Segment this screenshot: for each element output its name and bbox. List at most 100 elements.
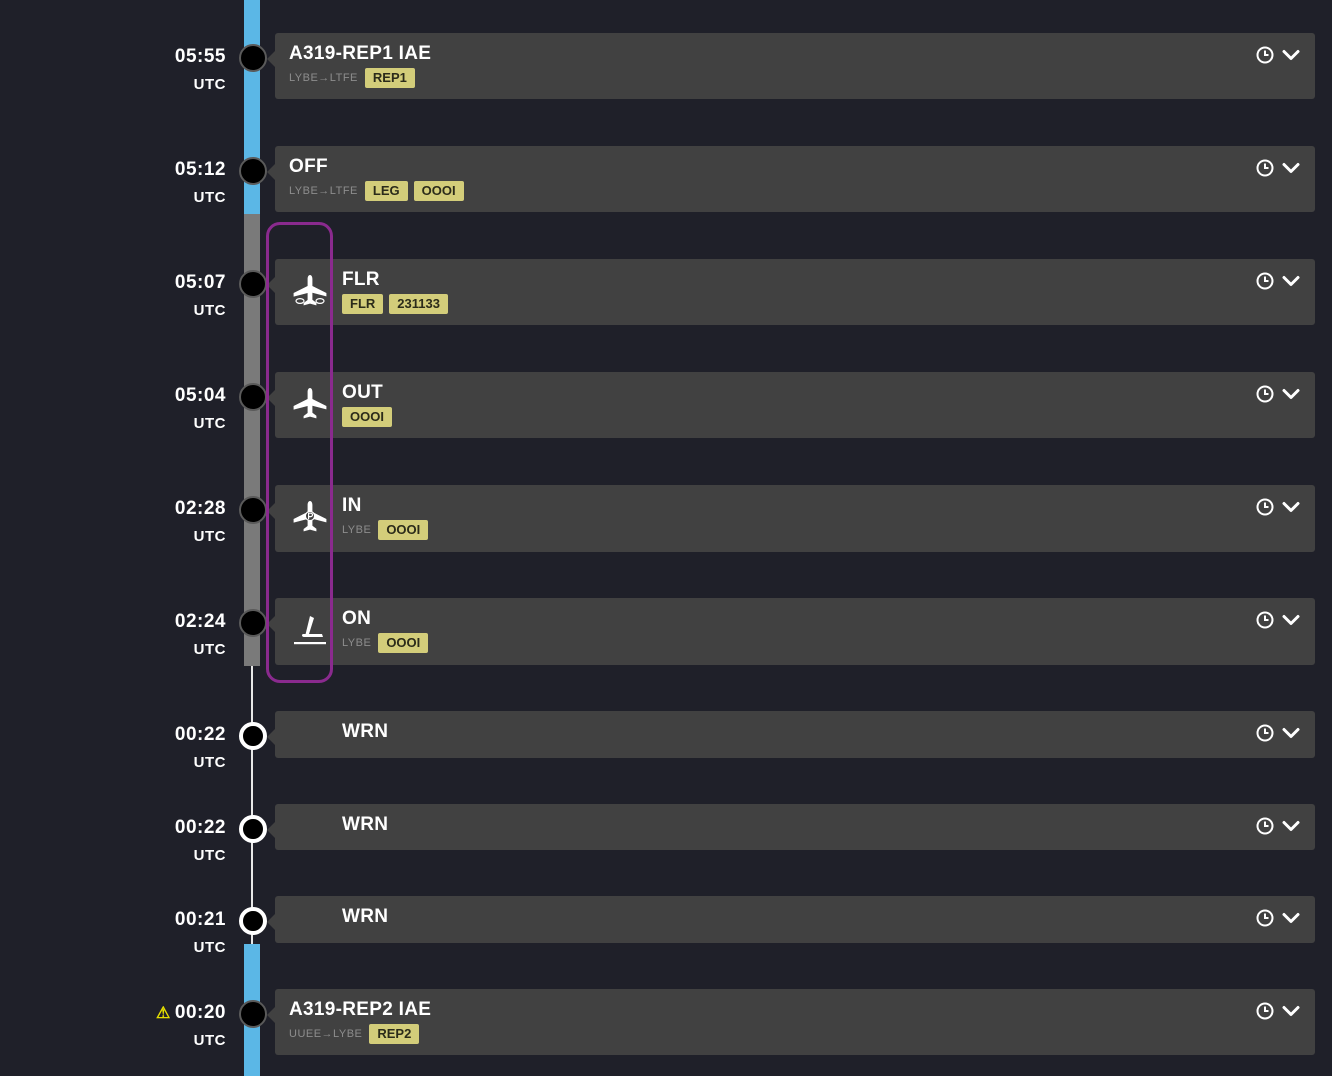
event-tag: FLR bbox=[342, 294, 384, 314]
event-controls bbox=[1255, 610, 1301, 630]
event-timezone: UTC bbox=[193, 641, 226, 658]
event-route: LYBE bbox=[342, 637, 372, 649]
event-card[interactable]: FLR FLR 231133 bbox=[267, 259, 1315, 325]
chevron-down-icon[interactable] bbox=[1281, 610, 1301, 630]
event-title: WRN bbox=[342, 814, 389, 835]
event-time: 00:22 bbox=[174, 817, 226, 838]
event-tag: REP1 bbox=[364, 68, 415, 88]
clock-icon[interactable] bbox=[1255, 45, 1275, 65]
clock-icon[interactable] bbox=[1255, 908, 1275, 928]
event-timezone: UTC bbox=[193, 302, 226, 319]
event-card[interactable]: OFF LYBE→LTFE LEG OOOI bbox=[267, 146, 1315, 212]
event-card[interactable]: ON LYBE OOOI bbox=[267, 598, 1315, 665]
timeline-dot bbox=[239, 496, 267, 524]
event-time: ⚠ 00:20 bbox=[156, 1002, 226, 1024]
event-card[interactable]: WRN bbox=[267, 896, 1315, 943]
timeline-dot bbox=[239, 270, 267, 298]
event-time: 05:07 bbox=[174, 272, 226, 293]
chevron-down-icon[interactable] bbox=[1281, 271, 1301, 291]
timeline-event: 02:24 UTC ON LYBE OOOI bbox=[0, 598, 1332, 668]
chevron-down-icon[interactable] bbox=[1281, 723, 1301, 743]
event-title: A319-REP1 IAE bbox=[289, 43, 432, 64]
clock-icon[interactable] bbox=[1255, 271, 1275, 291]
timeline-dot bbox=[239, 157, 267, 185]
timeline-event: 05:12 UTC OFF LYBE→LTFE LEG OOOI bbox=[0, 146, 1332, 216]
timeline-event: 00:22 UTC WRN bbox=[0, 711, 1332, 771]
chevron-down-icon[interactable] bbox=[1281, 45, 1301, 65]
event-meta: OOOI bbox=[342, 407, 392, 427]
event-timezone: UTC bbox=[193, 939, 226, 956]
timeline-dot bbox=[239, 44, 267, 72]
timeline-event: 00:21 UTC WRN bbox=[0, 896, 1332, 956]
event-time: 00:22 bbox=[174, 724, 226, 745]
timeline-dot bbox=[239, 815, 267, 843]
event-card[interactable]: WRN bbox=[267, 804, 1315, 850]
event-tag: OOOI bbox=[378, 520, 429, 540]
event-time: 05:55 bbox=[174, 46, 226, 67]
timeline-dot bbox=[239, 722, 267, 750]
event-route: UUEE→LYBE bbox=[289, 1028, 363, 1040]
event-card[interactable]: A319-REP1 IAE LYBE→LTFE REP1 bbox=[267, 33, 1315, 99]
chevron-down-icon[interactable] bbox=[1281, 497, 1301, 517]
event-title: FLR bbox=[342, 269, 380, 290]
event-controls bbox=[1255, 158, 1301, 178]
clock-icon[interactable] bbox=[1255, 158, 1275, 178]
timeline-event: 02:28 UTC IN LYBE OOOI bbox=[0, 485, 1332, 555]
event-meta: LYBE→LTFE LEG OOOI bbox=[289, 181, 464, 201]
event-time: 05:12 bbox=[174, 159, 226, 180]
clock-icon[interactable] bbox=[1255, 384, 1275, 404]
event-controls bbox=[1255, 1001, 1301, 1021]
chevron-down-icon[interactable] bbox=[1281, 384, 1301, 404]
timeline-event: 05:55 UTC A319-REP1 IAE LYBE→LTFE REP1 bbox=[0, 33, 1332, 103]
event-title: A319-REP2 IAE bbox=[289, 999, 432, 1020]
event-tag: REP2 bbox=[369, 1024, 420, 1044]
event-title: OFF bbox=[289, 156, 328, 177]
timeline-dot bbox=[239, 907, 267, 935]
timeline-event: 05:04 UTC OUT OOOI bbox=[0, 372, 1332, 442]
event-meta: LYBE→LTFE REP1 bbox=[289, 68, 415, 88]
event-tag: OOOI bbox=[378, 633, 429, 653]
timeline-dot bbox=[239, 383, 267, 411]
event-time-value: 00:20 bbox=[174, 1002, 226, 1023]
chevron-down-icon[interactable] bbox=[1281, 158, 1301, 178]
timeline-event: 05:07 UTC FLR FLR 231133 bbox=[0, 259, 1332, 329]
clock-icon[interactable] bbox=[1255, 1001, 1275, 1021]
event-timezone: UTC bbox=[193, 754, 226, 771]
clock-icon[interactable] bbox=[1255, 816, 1275, 836]
event-timezone: UTC bbox=[193, 1032, 226, 1049]
event-timezone: UTC bbox=[193, 847, 226, 864]
event-meta: UUEE→LYBE REP2 bbox=[289, 1024, 420, 1044]
event-tag: OOOI bbox=[342, 407, 392, 427]
event-card[interactable]: WRN bbox=[267, 711, 1315, 758]
event-tag: LEG bbox=[364, 181, 408, 201]
event-meta: LYBE OOOI bbox=[342, 633, 429, 653]
clock-icon[interactable] bbox=[1255, 497, 1275, 517]
clock-icon[interactable] bbox=[1255, 610, 1275, 630]
event-controls bbox=[1255, 45, 1301, 65]
event-card[interactable]: OUT OOOI bbox=[267, 372, 1315, 438]
chevron-down-icon[interactable] bbox=[1281, 1001, 1301, 1021]
event-time: 05:04 bbox=[174, 385, 226, 406]
event-time: 00:21 bbox=[174, 909, 226, 930]
event-title: ON bbox=[342, 608, 372, 629]
event-timezone: UTC bbox=[193, 415, 226, 432]
event-time: 02:28 bbox=[174, 498, 226, 519]
event-controls bbox=[1255, 497, 1301, 517]
event-card[interactable]: A319-REP2 IAE UUEE→LYBE REP2 bbox=[267, 989, 1315, 1055]
clock-icon[interactable] bbox=[1255, 723, 1275, 743]
event-timezone: UTC bbox=[193, 189, 226, 206]
chevron-down-icon[interactable] bbox=[1281, 816, 1301, 836]
event-title: WRN bbox=[342, 721, 389, 742]
event-timezone: UTC bbox=[193, 528, 226, 545]
warning-icon: ⚠ bbox=[156, 1005, 171, 1022]
chevron-down-icon[interactable] bbox=[1281, 908, 1301, 928]
event-timezone: UTC bbox=[193, 76, 226, 93]
event-meta: FLR 231133 bbox=[342, 294, 448, 314]
event-card[interactable]: IN LYBE OOOI bbox=[267, 485, 1315, 552]
event-controls bbox=[1255, 271, 1301, 291]
event-title: OUT bbox=[342, 382, 384, 403]
event-title: WRN bbox=[342, 906, 389, 927]
event-title: IN bbox=[342, 495, 362, 516]
icon-column-highlight bbox=[266, 222, 333, 683]
event-route: LYBE→LTFE bbox=[289, 72, 358, 84]
